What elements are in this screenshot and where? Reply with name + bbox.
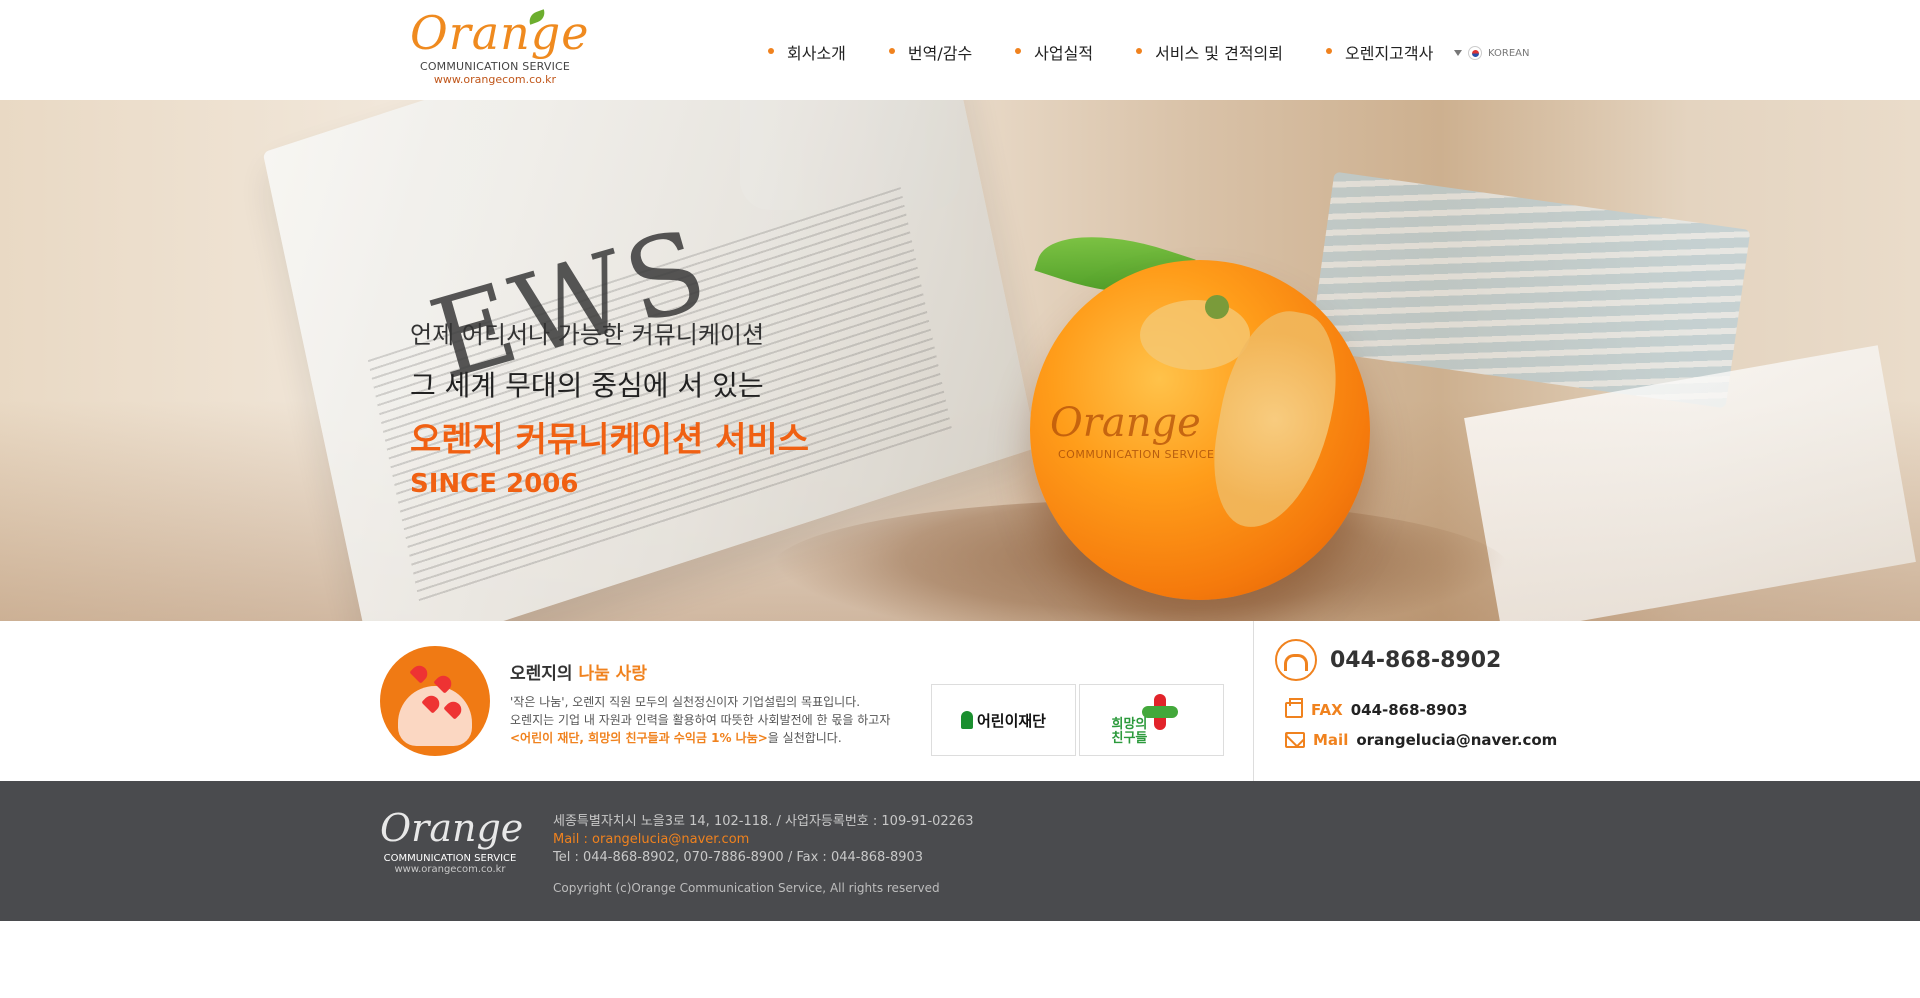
fax-row: FAX 044-868-8903 (1285, 698, 1468, 719)
logo[interactable]: Orange COMMUNICATION SERVICE www.orangec… (410, 6, 590, 90)
footer-mail[interactable]: Mail : orangelucia@naver.com (553, 831, 974, 849)
orange-brand-subtitle: COMMUNICATION SERVICE (1058, 448, 1215, 461)
sharing-hands-icon (380, 646, 490, 756)
info-band: 오렌지의 나눔 사랑 '작은 나눔', 오렌지 직원 모두의 실천정신이자 기업… (0, 621, 1920, 781)
orange-brand-text: Orange (1050, 400, 1201, 446)
logo-subtitle: COMMUNICATION SERVICE (419, 60, 571, 73)
sharing-desc-line-2: 오렌지는 기업 내 자원과 인력을 활용하여 따뜻한 사회발전에 한 몫을 하고… (510, 713, 891, 727)
printer-icon (1285, 698, 1303, 718)
footer-logo-url: www.orangecom.co.kr (394, 864, 506, 875)
sharing-desc-line-1: '작은 나눔', 오렌지 직원 모두의 실천정신이자 기업설립의 목표입니다. (510, 695, 861, 709)
language-label: KOREAN (1488, 47, 1530, 59)
hero-banner: EWS Orange COMMUNICATION SERVICE 언제 어디서나… (0, 100, 1920, 621)
hero-line-4: SINCE 2006 (410, 469, 579, 499)
nav-item-service-quote[interactable]: 서비스 및 견적의뢰 (1133, 40, 1283, 64)
logo-word: Orange (410, 6, 590, 60)
partner-hope-line-1: 희망의 (1111, 717, 1148, 732)
sharing-desc-suffix: 을 실천합니다. (767, 731, 842, 745)
footer-logo-word: Orange (380, 806, 524, 850)
orange-globe-image: Orange COMMUNICATION SERVICE (1030, 260, 1370, 600)
fax-label: FAX (1311, 701, 1343, 719)
phone-number[interactable]: 044-868-8902 (1330, 648, 1501, 673)
sharing-desc-highlight: <어린이 재단, 희망의 친구들과 수익금 1% 나눔> (510, 731, 768, 745)
books-image (1309, 171, 1751, 409)
korea-flag-icon (1468, 46, 1482, 60)
dropdown-arrow-icon (1454, 50, 1462, 56)
nav-item-portfolio[interactable]: 사업실적 (1012, 40, 1093, 64)
person-icon (960, 711, 973, 729)
footer-copyright: Copyright (c)Orange Communication Servic… (553, 881, 940, 895)
logo-url: www.orangecom.co.kr (433, 73, 557, 86)
mail-address[interactable]: orangelucia@naver.com (1356, 731, 1557, 749)
footer-address: 세종특별자치시 노을3로 14, 102-118. / 사업자등록번호 : 10… (553, 814, 974, 829)
sharing-title-highlight: 나눔 사랑 (578, 664, 647, 684)
hero-line-1: 언제 어디서나 가능한 커뮤니케이션 (410, 321, 765, 349)
hero-line-2: 그 세계 무대의 중심에 서 있는 (410, 369, 764, 402)
main-nav: 회사소개 번역/감수 사업실적 서비스 및 견적의뢰 오렌지고객사 (765, 40, 1473, 64)
language-selector[interactable]: KOREAN (1454, 46, 1529, 60)
orange-stem (1205, 295, 1229, 319)
hero-copy: 언제 어디서나 가능한 커뮤니케이션 그 세계 무대의 중심에 서 있는 오렌지… (410, 315, 809, 499)
nav-item-clients[interactable]: 오렌지고객사 (1323, 40, 1433, 64)
footer-logo[interactable]: Orange COMMUNICATION SERVICE www.orangec… (380, 806, 524, 875)
nav-item-company[interactable]: 회사소개 (765, 40, 846, 64)
sharing-description: '작은 나눔', 오렌지 직원 모두의 실천정신이자 기업설립의 목표입니다. … (510, 693, 930, 747)
page: Orange COMMUNICATION SERVICE www.orangec… (0, 0, 1920, 998)
nav-item-translation[interactable]: 번역/감수 (886, 40, 972, 64)
partner-childfund-link[interactable]: 어린이재단 (931, 684, 1076, 756)
footer-tel: Tel : 044-868-8902, 070-7886-8900 / Fax … (553, 850, 924, 865)
hero-line-3: 오렌지 커뮤니케이션 서비스 (410, 420, 810, 460)
sharing-title-prefix: 오렌지의 (510, 664, 579, 684)
mail-row: Mail orangelucia@naver.com (1285, 731, 1557, 749)
headset-icon (1275, 639, 1317, 681)
header: Orange COMMUNICATION SERVICE www.orangec… (0, 0, 1920, 100)
footer: Orange COMMUNICATION SERVICE www.orangec… (0, 781, 1920, 921)
footer-info: 세종특별자치시 노을3로 14, 102-118. / 사업자등록번호 : 10… (553, 813, 974, 897)
partner-hope-friends-link[interactable]: 희망의 친구들 (1079, 684, 1224, 756)
fax-number: 044-868-8903 (1350, 701, 1468, 719)
partner-hope-line-2: 친구들 (1111, 731, 1148, 746)
envelope-icon (1285, 732, 1305, 748)
mail-label: Mail (1313, 731, 1349, 749)
divider (1253, 621, 1254, 781)
partner-childfund-label: 어린이재단 (976, 711, 1046, 730)
footer-logo-subtitle: COMMUNICATION SERVICE (383, 853, 517, 864)
sharing-title: 오렌지의 나눔 사랑 (510, 659, 647, 684)
partner-hope-friends-label: 희망의 친구들 (1112, 718, 1148, 746)
